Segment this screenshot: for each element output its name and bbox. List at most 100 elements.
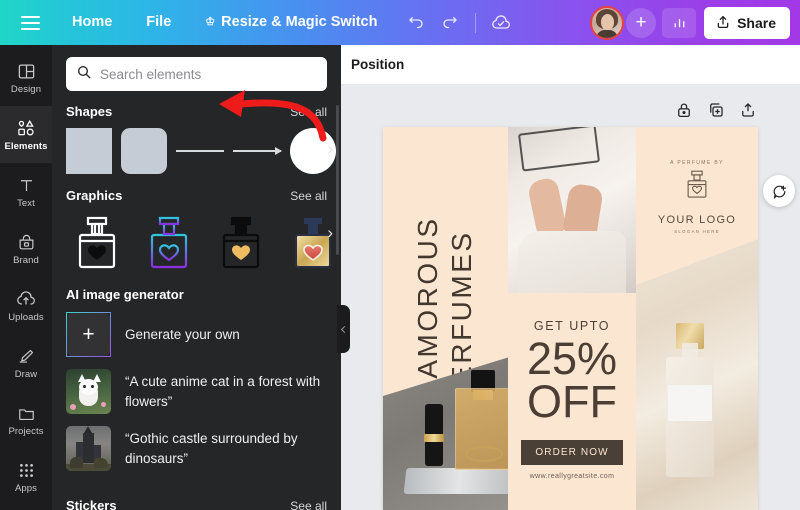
perfume-bottle-heart-icon (682, 169, 712, 208)
stickers-section-header: Stickers See all (52, 498, 341, 510)
order-now-button[interactable]: ORDER NOW (521, 440, 623, 466)
arrow-line-shape[interactable] (233, 147, 282, 155)
sidebar-item-elements[interactable]: Elements (0, 106, 52, 163)
sidebar-item-design[interactable]: Design (0, 49, 52, 106)
perfume-bottle-gradient[interactable] (138, 211, 200, 273)
generate-your-own-button[interactable]: + Generate your own (52, 312, 341, 357)
add-page-icon[interactable] (739, 101, 758, 120)
nav-resize-magic-switch[interactable]: ♔ Resize & Magic Switch (195, 9, 387, 36)
graphics-row-container: › (52, 211, 341, 273)
line-shape[interactable] (176, 150, 224, 152)
list-item[interactable]: “A cute anime cat in a forest with flowe… (52, 369, 341, 414)
chevron-left-icon (340, 325, 349, 333)
graphics-see-all[interactable]: See all (290, 189, 327, 203)
panel-scrollbar[interactable] (336, 105, 339, 255)
sidebar-item-draw[interactable]: Draw (0, 334, 52, 391)
add-comment-icon[interactable] (763, 175, 795, 207)
shapes-row-container: › (52, 127, 341, 175)
graphics-title: Graphics (66, 188, 123, 203)
rounded-square-shape[interactable] (121, 128, 167, 174)
share-button[interactable]: Share (704, 6, 790, 39)
square-shape[interactable] (66, 128, 112, 174)
canva-editor: Home File ♔ Resize & Magic Switch + Shar… (0, 0, 800, 510)
photo-silk-bottle (636, 239, 758, 510)
sidebar-item-label: Design (10, 83, 42, 95)
hamburger-icon[interactable] (10, 0, 50, 45)
share-label: Share (737, 14, 776, 31)
invite-members-button[interactable]: + (626, 7, 657, 38)
sidebar-item-label: Projects (8, 425, 44, 437)
plus-icon: + (66, 312, 111, 357)
promo-percent: 25% (526, 333, 618, 384)
generate-label: Generate your own (125, 327, 240, 342)
brand-bag-icon (16, 232, 37, 253)
ai-generator-title: AI image generator (66, 287, 184, 302)
sidebar-item-label: Text (17, 197, 35, 209)
shapes-row (66, 127, 336, 175)
text-t-icon (16, 175, 37, 196)
sidebar-item-brand[interactable]: Brand (0, 220, 52, 277)
crown-icon: ♔ (205, 16, 216, 28)
prompt-label: “A cute anime cat in a forest with flowe… (125, 373, 321, 409)
draw-pen-icon (16, 346, 37, 367)
elements-panel: Search elements Shapes See all › Graphic… (52, 45, 341, 510)
graphics-chevron-right-icon[interactable]: › (327, 223, 333, 243)
chevron-right-icon[interactable]: › (327, 139, 333, 159)
nav-resize-label: Resize & Magic Switch (221, 14, 378, 31)
nav-home[interactable]: Home (60, 9, 124, 36)
search-icon (76, 64, 92, 85)
redo-icon[interactable] (435, 8, 465, 38)
stickers-title: Stickers (66, 498, 117, 510)
logo-name: YOUR LOGO (657, 214, 737, 226)
sidebar-item-uploads[interactable]: Uploads (0, 277, 52, 334)
prompt-label: “Gothic castle surrounded by dinosaurs” (125, 430, 298, 466)
logo-eyebrow: A PERFUME BY (670, 160, 724, 166)
stickers-see-all[interactable]: See all (290, 499, 327, 510)
search-placeholder: Search elements (100, 66, 202, 82)
sidebar-item-label: Uploads (8, 311, 44, 323)
sidebar-item-label: Elements (4, 140, 48, 152)
promo-eyebrow: GET UPTO (533, 319, 611, 333)
toolbar-divider (475, 12, 477, 33)
promo-website: www.reallygreatsite.com (529, 473, 615, 481)
design-layout-icon (16, 61, 37, 82)
collapse-panel-handle[interactable] (337, 305, 350, 353)
left-sidebar: Design Elements Text Brand Uploads Draw … (0, 45, 52, 510)
folder-icon (16, 403, 37, 424)
position-toolbar: Position (341, 45, 800, 85)
shapes-see-all[interactable]: See all (290, 105, 327, 119)
design-canvas[interactable]: GLAMOROUS PERFUMES A PERFUME BY YOUR LOG… (383, 127, 758, 510)
avatar[interactable] (590, 5, 625, 40)
sidebar-item-label: Brand (13, 254, 39, 266)
nav-file[interactable]: File (134, 9, 183, 36)
sidebar-item-text[interactable]: Text (0, 163, 52, 220)
cloud-saved-icon[interactable] (486, 8, 516, 38)
sidebar-item-apps[interactable]: Apps (0, 448, 52, 505)
search-input[interactable]: Search elements (66, 57, 327, 91)
history-controls (401, 8, 516, 38)
list-item[interactable]: “Gothic castle surrounded by dinosaurs” (52, 426, 341, 471)
upload-cloud-icon (16, 289, 37, 310)
apps-grid-icon (16, 460, 37, 481)
promo-off: OFF (527, 376, 617, 428)
perfume-bottle-yellow[interactable] (210, 211, 272, 273)
position-button[interactable]: Position (351, 57, 404, 72)
perfume-bottle-white[interactable] (66, 211, 128, 273)
gothic-castle-thumbnail (66, 426, 111, 471)
logo-slogan: SLOGAN HERE (674, 229, 720, 234)
canvas-tools (675, 101, 758, 120)
sidebar-item-label: Apps (14, 482, 38, 494)
anime-cat-thumbnail (66, 369, 111, 414)
design-promo-block: GET UPTO 25% OFF ORDER NOW www.reallygre… (508, 293, 636, 510)
sidebar-item-projects[interactable]: Projects (0, 391, 52, 448)
lock-icon[interactable] (675, 101, 694, 120)
share-upload-icon (715, 14, 731, 32)
undo-icon[interactable] (401, 8, 431, 38)
shapes-section-header: Shapes See all (52, 104, 341, 119)
shapes-title: Shapes (66, 104, 113, 119)
top-toolbar: Home File ♔ Resize & Magic Switch + Shar… (0, 0, 800, 45)
analytics-icon[interactable] (662, 7, 697, 38)
duplicate-page-icon[interactable] (707, 101, 726, 120)
photo-hands-perfume (508, 127, 636, 299)
editor-area: Position GLAMOROUS PERFUMES A PERFUME BY… (341, 45, 800, 510)
